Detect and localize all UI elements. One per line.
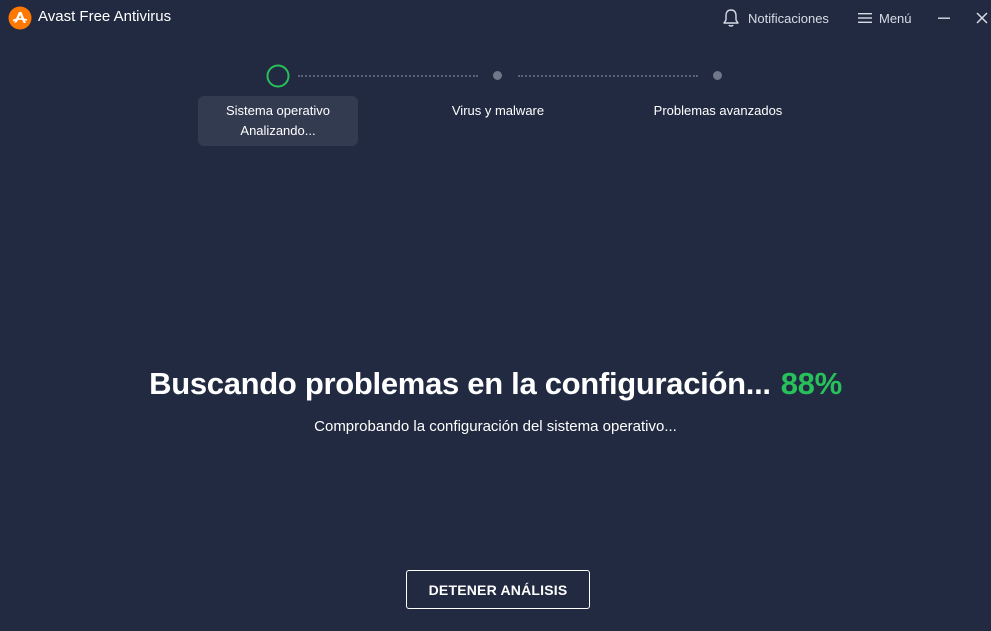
avast-logo-icon [8,6,32,30]
notifications-button[interactable]: Notificaciones [722,7,829,29]
menu-label: Menú [879,10,912,26]
step-dot-advanced [713,71,722,80]
stepper-connector [518,75,698,77]
scan-detail: Comprobando la configuración del sistema… [314,418,677,435]
step-label-os: Sistema operativo [225,103,331,118]
app-title: Avast Free Antivirus [38,8,172,25]
stepper-connector [298,75,478,77]
close-icon[interactable] [970,6,991,30]
scan-percent: 88% [780,366,842,401]
step-label-advanced: Problemas avanzados [653,103,783,118]
step-status-os: Analizando... [240,123,316,138]
stop-scan-button[interactable]: DETENER ANÁLISIS [406,570,590,609]
title-bar: Avast Free Antivirus Notificaciones Menú [0,0,991,36]
active-step-progress-icon [266,64,290,88]
avast-window: Avast Free Antivirus Notificaciones Menú [0,0,991,631]
menu-button[interactable]: Menú [857,7,912,29]
step-label-virus: Virus y malware [451,103,545,118]
bell-icon [723,9,739,27]
step-dot-virus [493,71,502,80]
minimize-icon[interactable] [932,6,956,30]
scan-headline: Buscando problemas en la configuración..… [0,366,991,402]
notifications-label: Notificaciones [748,10,829,26]
scan-headline-text: Buscando problemas en la configuración..… [149,366,771,401]
hamburger-icon [858,13,872,23]
step-card-os: Sistema operativo Analizando... [198,96,358,146]
